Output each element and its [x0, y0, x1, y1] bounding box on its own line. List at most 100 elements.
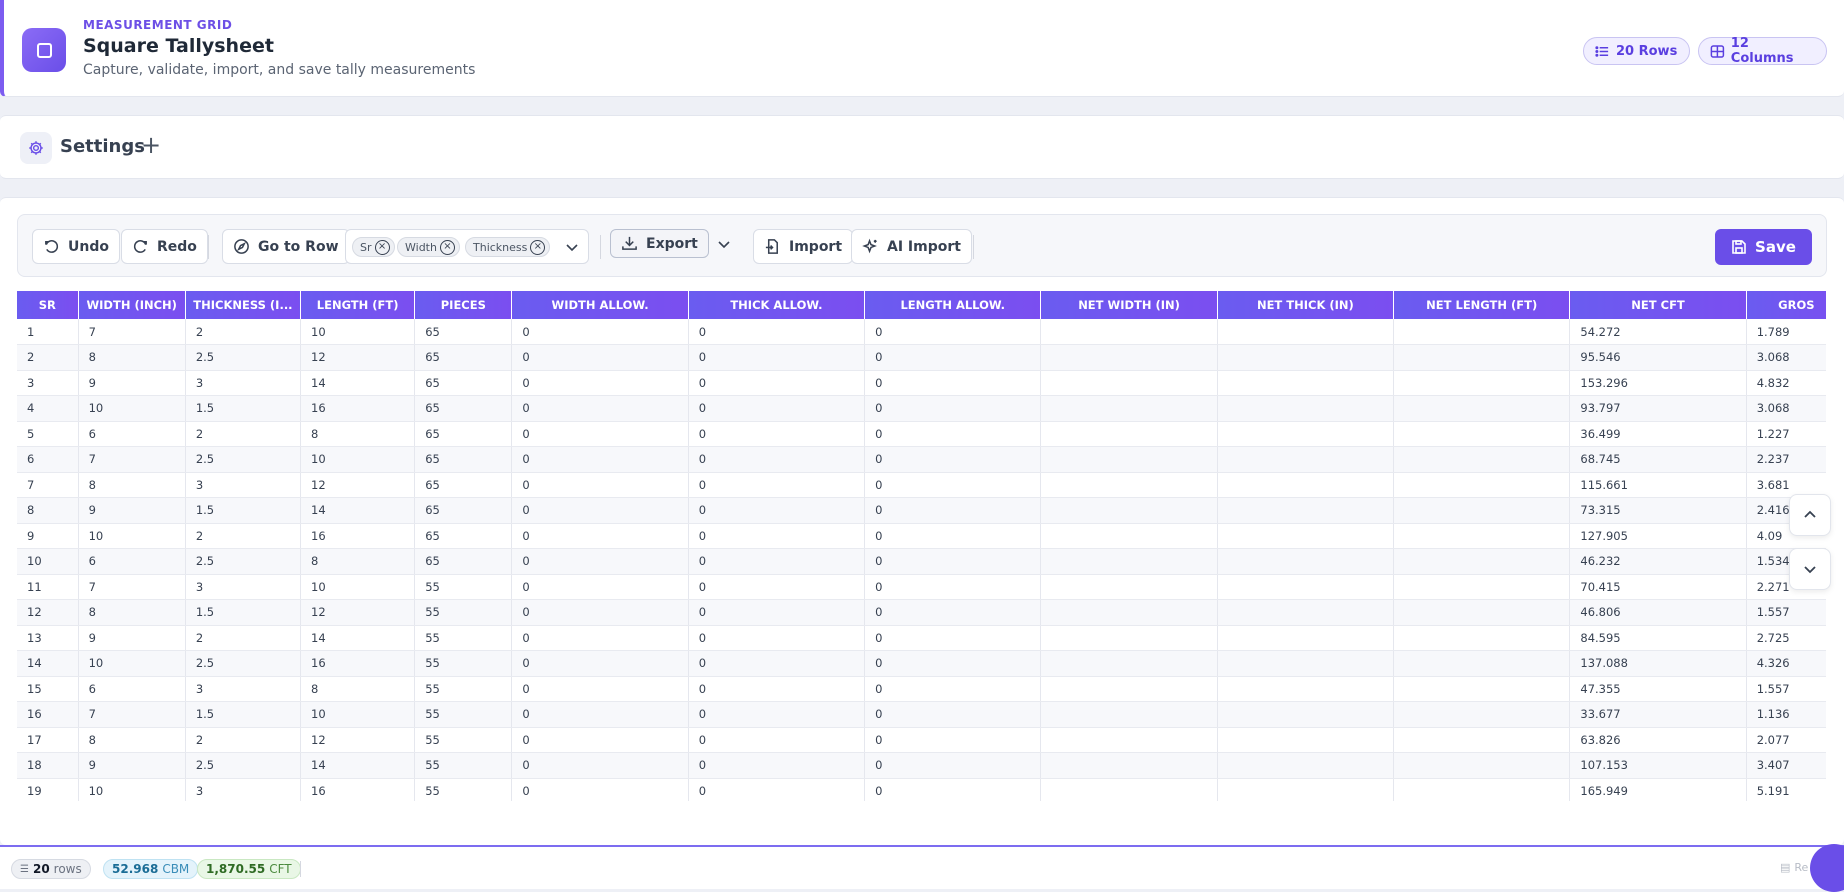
- grid-cell[interactable]: 0: [864, 446, 1042, 473]
- grid-cell[interactable]: 65: [414, 446, 513, 473]
- grid-cell[interactable]: 16: [300, 778, 416, 801]
- grid-cell[interactable]: 8: [300, 548, 416, 575]
- grid-cell[interactable]: 0: [688, 497, 866, 524]
- grid-cell[interactable]: 0: [511, 472, 689, 498]
- grid-cell[interactable]: 0: [864, 497, 1042, 524]
- grid-cell[interactable]: 3: [185, 676, 302, 702]
- grid-cell[interactable]: 54.272: [1569, 319, 1747, 345]
- grid-cell[interactable]: 63.826: [1569, 727, 1747, 753]
- grid-cell[interactable]: 16: [300, 523, 416, 549]
- grid-cell[interactable]: 2.237: [1746, 446, 1826, 473]
- grid-cell[interactable]: [1040, 421, 1218, 447]
- grid-cell[interactable]: 10: [300, 319, 416, 345]
- grid-cell[interactable]: [1393, 548, 1571, 575]
- column-header[interactable]: THICKNESS (I...: [185, 291, 302, 319]
- grid-cell[interactable]: 65: [414, 472, 513, 498]
- grid-cell[interactable]: 12: [300, 727, 416, 753]
- column-header[interactable]: GROS: [1746, 291, 1826, 319]
- grid-cell[interactable]: 0: [688, 319, 866, 345]
- column-header[interactable]: LENGTH ALLOW.: [864, 291, 1042, 319]
- grid-cell[interactable]: 1.136: [1746, 701, 1826, 728]
- grid-cell[interactable]: 7: [78, 574, 186, 600]
- scroll-up-button[interactable]: [1789, 494, 1831, 536]
- grid-cell[interactable]: 4.832: [1746, 370, 1826, 396]
- row-number-cell[interactable]: 12: [17, 599, 79, 626]
- grid-cell[interactable]: 0: [864, 344, 1042, 371]
- grid-cell[interactable]: 0: [511, 752, 689, 779]
- grid-cell[interactable]: 0: [864, 625, 1042, 651]
- grid-cell[interactable]: 1.5: [185, 599, 302, 626]
- grid-cell[interactable]: 65: [414, 370, 513, 396]
- grid-cell[interactable]: 33.677: [1569, 701, 1747, 728]
- grid-cell[interactable]: 0: [688, 650, 866, 677]
- chip-remove-icon[interactable]: ×: [439, 239, 455, 255]
- grid-cell[interactable]: 10: [78, 395, 186, 422]
- grid-cell[interactable]: [1040, 395, 1218, 422]
- grid-cell[interactable]: [1393, 421, 1571, 447]
- row-number-cell[interactable]: 9: [17, 523, 79, 549]
- grid-cell[interactable]: [1393, 319, 1571, 345]
- grid-cell[interactable]: 55: [414, 650, 513, 677]
- grid-cell[interactable]: 0: [688, 625, 866, 651]
- column-header[interactable]: NET THICK (IN): [1217, 291, 1395, 319]
- grid-cell[interactable]: 9: [78, 370, 186, 396]
- column-header[interactable]: SR: [17, 291, 79, 319]
- row-number-cell[interactable]: 8: [17, 497, 79, 524]
- grid-cell[interactable]: [1217, 752, 1395, 779]
- grid-cell[interactable]: [1040, 548, 1218, 575]
- grid-cell[interactable]: 0: [511, 650, 689, 677]
- grid-cell[interactable]: [1393, 472, 1571, 498]
- grid-cell[interactable]: 9: [78, 625, 186, 651]
- grid-cell[interactable]: 8: [300, 421, 416, 447]
- grid-cell[interactable]: 0: [864, 421, 1042, 447]
- column-header[interactable]: NET CFT: [1569, 291, 1747, 319]
- grid-cell[interactable]: 2.5: [185, 548, 302, 575]
- grid-cell[interactable]: 0: [511, 497, 689, 524]
- grid-cell[interactable]: 0: [864, 676, 1042, 702]
- row-number-cell[interactable]: 1: [17, 319, 79, 345]
- row-number-cell[interactable]: 16: [17, 701, 79, 728]
- grid-cell[interactable]: [1040, 370, 1218, 396]
- redo-button[interactable]: Redo: [121, 229, 208, 264]
- grid-cell[interactable]: 10: [300, 446, 416, 473]
- grid-cell[interactable]: 0: [688, 344, 866, 371]
- row-number-cell[interactable]: 5: [17, 421, 79, 447]
- grid-cell[interactable]: 55: [414, 701, 513, 728]
- grid-cell[interactable]: [1393, 395, 1571, 422]
- grid-cell[interactable]: [1040, 701, 1218, 728]
- grid-cell[interactable]: 0: [511, 778, 689, 801]
- grid-cell[interactable]: 0: [511, 676, 689, 702]
- grid-cell[interactable]: 46.232: [1569, 548, 1747, 575]
- grid-cell[interactable]: 0: [864, 472, 1042, 498]
- grid-cell[interactable]: 14: [300, 625, 416, 651]
- grid-cell[interactable]: [1040, 727, 1218, 753]
- row-number-cell[interactable]: 13: [17, 625, 79, 651]
- grid-cell[interactable]: 3.068: [1746, 344, 1826, 371]
- grid-cell[interactable]: 2.5: [185, 752, 302, 779]
- grid-cell[interactable]: 0: [688, 727, 866, 753]
- grid-cell[interactable]: [1040, 319, 1218, 345]
- grid-cell[interactable]: 1.5: [185, 395, 302, 422]
- grid-cell[interactable]: [1040, 574, 1218, 600]
- grid-cell[interactable]: 137.088: [1569, 650, 1747, 677]
- grid-cell[interactable]: 8: [78, 599, 186, 626]
- grid-cell[interactable]: 73.315: [1569, 497, 1747, 524]
- grid-cell[interactable]: 8: [78, 472, 186, 498]
- grid-cell[interactable]: [1217, 650, 1395, 677]
- grid-cell[interactable]: 6: [78, 548, 186, 575]
- grid-cell[interactable]: 1.557: [1746, 599, 1826, 626]
- undo-button[interactable]: Undo: [32, 229, 120, 264]
- grid-cell[interactable]: [1393, 676, 1571, 702]
- grid-cell[interactable]: 0: [688, 395, 866, 422]
- grid-cell[interactable]: 1.557: [1746, 676, 1826, 702]
- settings-expand-icon[interactable]: +: [141, 131, 161, 159]
- grid-cell[interactable]: 0: [511, 370, 689, 396]
- grid-cell[interactable]: 55: [414, 599, 513, 626]
- export-menu-toggle[interactable]: [701, 229, 746, 258]
- grid-cell[interactable]: [1393, 701, 1571, 728]
- grid-cell[interactable]: [1217, 472, 1395, 498]
- grid-cell[interactable]: 12: [300, 472, 416, 498]
- grid-cell[interactable]: 65: [414, 319, 513, 345]
- ai-import-button[interactable]: AI Import: [851, 229, 972, 264]
- row-number-cell[interactable]: 3: [17, 370, 79, 396]
